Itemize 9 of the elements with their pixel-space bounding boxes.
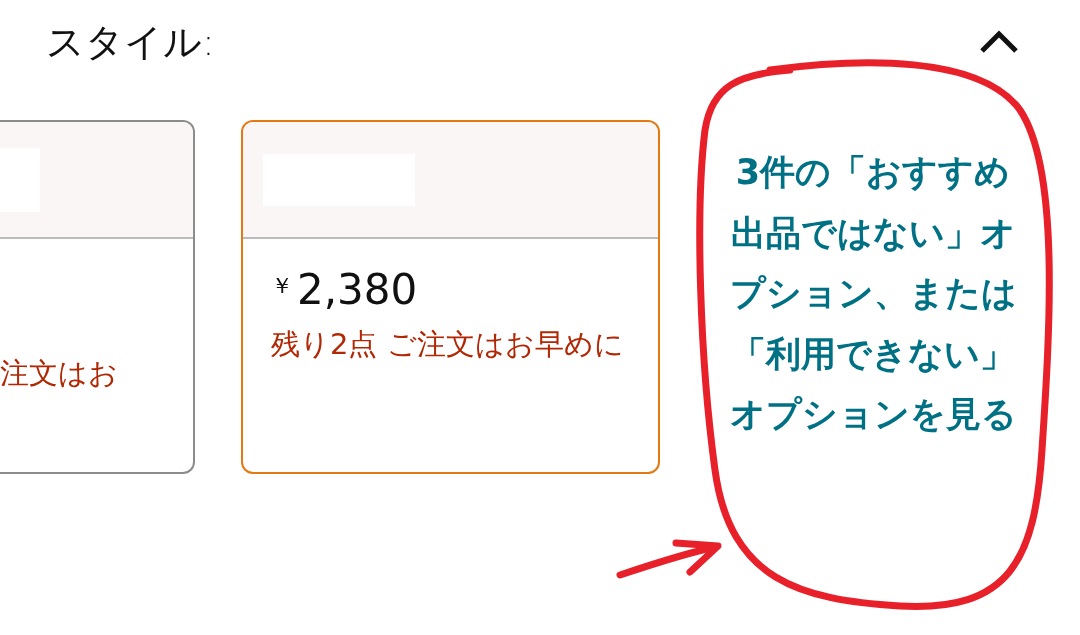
- style-option-card[interactable]: 注文はお: [0, 120, 195, 474]
- stock-note: 注文はお: [0, 355, 119, 392]
- price: 2,380: [297, 265, 418, 314]
- section-title: スタイル:: [46, 18, 215, 66]
- more-options-link[interactable]: 3件の「おすすめ出品ではない」オプション、または「利用できない」オプションを見る: [728, 142, 1018, 445]
- caret-icon[interactable]: [978, 29, 1020, 55]
- style-option-card[interactable]: ￥2,380 残り2点 ご注文はお早めに: [241, 120, 660, 474]
- stock-note: 残り2点 ご注文はお早めに: [271, 326, 625, 363]
- currency-symbol: ￥: [271, 272, 293, 300]
